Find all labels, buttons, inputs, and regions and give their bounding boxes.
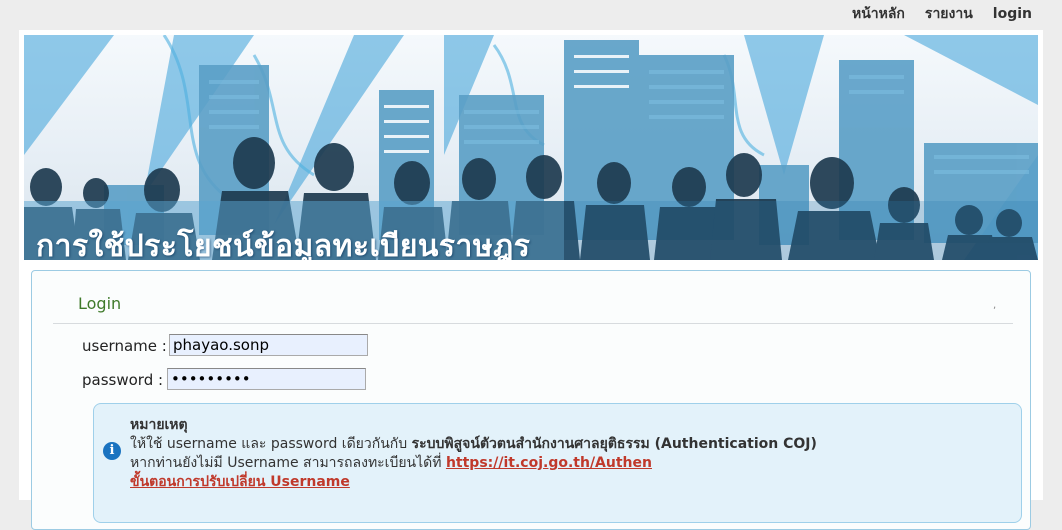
notice-line-1-bold: ระบบพิสูจน์ตัวตนสำนักงานศาลยุติธรรม (Aut… bbox=[411, 436, 817, 452]
nav-home-link[interactable]: หน้าหลัก bbox=[852, 3, 905, 25]
login-panel: Login , username : password : i หมายเหตุ… bbox=[31, 270, 1031, 530]
banner-title: การใช้ประโยชน์ข้อมูลทะเบียนราษฎร bbox=[36, 229, 531, 260]
header-banner: การใช้ประโยชน์ข้อมูลทะเบียนราษฎร bbox=[24, 35, 1038, 260]
register-link[interactable]: https://it.coj.go.th/Authen bbox=[446, 455, 652, 471]
change-username-link[interactable]: ขั้นตอนการปรับเปลี่ยน Username bbox=[130, 474, 350, 490]
notice-line-3: ขั้นตอนการปรับเปลี่ยน Username bbox=[130, 471, 350, 493]
nav-login-link[interactable]: login bbox=[993, 6, 1032, 22]
top-navigation: หน้าหลัก รายงาน login bbox=[822, 0, 1062, 28]
password-label: password : bbox=[82, 371, 164, 389]
panel-mark: , bbox=[993, 300, 997, 311]
panel-divider bbox=[53, 323, 1013, 324]
notice-line-2-text: หากท่านยังไม่มี Username สามารถลงทะเบียน… bbox=[130, 455, 442, 471]
username-input[interactable] bbox=[169, 334, 368, 356]
username-label: username : bbox=[82, 337, 167, 355]
login-panel-title: Login bbox=[78, 294, 122, 313]
page-container: การใช้ประโยชน์ข้อมูลทะเบียนราษฎร Login ,… bbox=[19, 30, 1043, 530]
nav-reports-link[interactable]: รายงาน bbox=[925, 3, 973, 25]
info-icon: i bbox=[103, 442, 121, 460]
password-input[interactable] bbox=[167, 368, 366, 390]
notice-line-1-text: ให้ใช้ username และ password เดียวกันกับ bbox=[130, 436, 408, 452]
notice-box: i หมายเหตุ ให้ใช้ username และ password … bbox=[93, 403, 1022, 523]
